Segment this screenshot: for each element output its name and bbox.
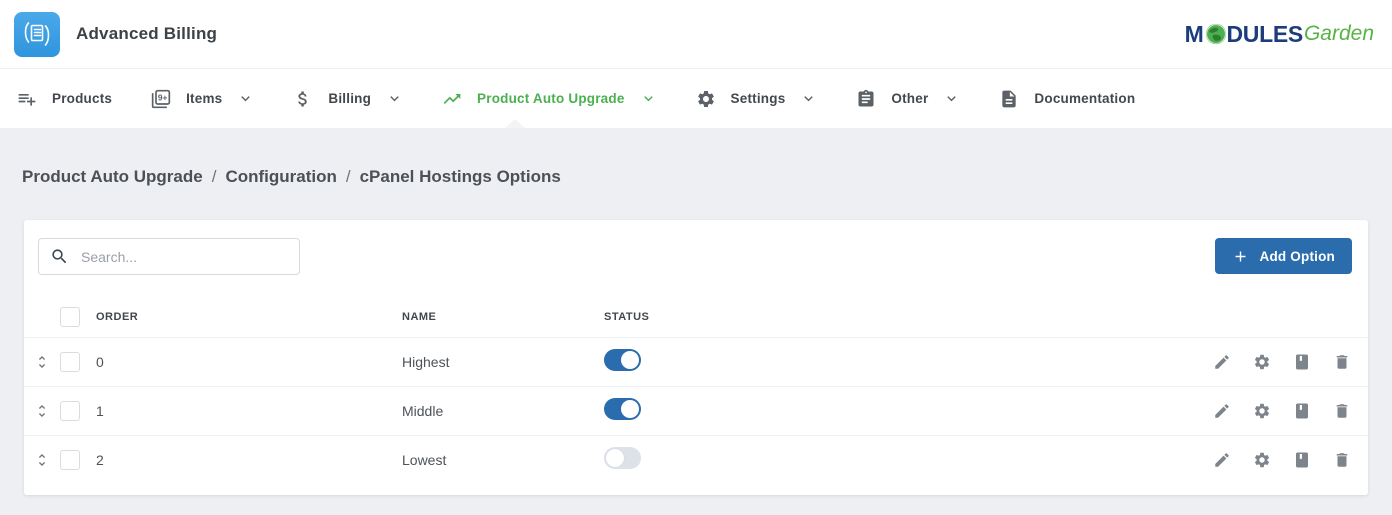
card-toolbar: Add Option [24, 220, 1368, 296]
row-checkbox[interactable] [60, 450, 80, 470]
search-icon [50, 247, 69, 266]
dollar-icon [293, 89, 313, 109]
status-toggle[interactable] [604, 349, 641, 371]
nav-item-label: Settings [731, 91, 786, 106]
delete-action-button[interactable] [1333, 451, 1351, 469]
nav-item-other[interactable]: Other [856, 89, 960, 109]
app-header: Advanced Billing M DULES Garden [0, 0, 1392, 69]
drag-handle-icon[interactable] [34, 403, 50, 419]
row-actions [1213, 402, 1368, 420]
row-actions [1213, 353, 1368, 371]
log-action-button[interactable] [1293, 402, 1311, 420]
options-card: Add Option ORDER NAME STATUS 0Highest1Mi… [24, 220, 1368, 495]
drag-handle-icon[interactable] [34, 354, 50, 370]
breadcrumb-item[interactable]: Configuration [225, 167, 336, 186]
add-option-label: Add Option [1260, 249, 1335, 264]
edit-action-button[interactable] [1213, 353, 1231, 371]
nav-item-products[interactable]: Products [17, 89, 112, 109]
breadcrumb: Product Auto Upgrade / Configuration / cPane… [0, 128, 1392, 187]
add-option-button[interactable]: Add Option [1215, 238, 1352, 274]
name-cell: Lowest [402, 452, 604, 468]
chevron-down-icon [640, 90, 657, 107]
search-box [38, 238, 300, 275]
playlist-add-icon [17, 89, 37, 109]
name-cell: Highest [402, 354, 604, 370]
brand-modules-rest: DULES [1227, 21, 1303, 48]
column-header-order: ORDER [96, 311, 402, 323]
delete-action-button[interactable] [1333, 402, 1351, 420]
row-actions [1213, 451, 1368, 469]
breadcrumb-separator: / [346, 167, 351, 186]
column-header-name: NAME [402, 311, 604, 323]
chevron-down-icon [800, 90, 817, 107]
status-toggle[interactable] [604, 398, 641, 420]
svg-text:9+: 9+ [158, 92, 168, 102]
brand-garden: Garden [1304, 22, 1374, 46]
document-icon [999, 89, 1019, 109]
nav-item-settings[interactable]: Settings [696, 89, 818, 109]
chevron-down-icon [943, 90, 960, 107]
chevron-down-icon [386, 90, 403, 107]
breadcrumb-item: cPanel Hostings Options [360, 167, 561, 186]
table-row: 2Lowest [24, 435, 1368, 484]
column-header-status: STATUS [604, 311, 1351, 323]
delete-action-button[interactable] [1333, 353, 1351, 371]
row-checkbox[interactable] [60, 401, 80, 421]
configure-action-button[interactable] [1253, 353, 1271, 371]
nav-item-label: Items [186, 91, 222, 106]
table-row: 0Highest [24, 337, 1368, 386]
nine-plus-icon: 9+ [151, 89, 171, 109]
gear-icon [696, 89, 716, 109]
name-cell: Middle [402, 403, 604, 419]
configure-action-button[interactable] [1253, 402, 1271, 420]
table-row: 1Middle [24, 386, 1368, 435]
nav-item-items[interactable]: 9+ Items [151, 89, 254, 109]
nav-item-label: Product Auto Upgrade [477, 91, 625, 106]
search-input[interactable] [79, 248, 288, 266]
drag-handle-icon[interactable] [34, 452, 50, 468]
nav-item-label: Billing [328, 91, 371, 106]
modulesgarden-logo: M DULES Garden [1185, 21, 1374, 48]
plus-icon [1232, 248, 1249, 265]
status-toggle[interactable] [604, 447, 641, 469]
navbar: Products 9+ Items Billing Product Auto Upgra… [0, 69, 1392, 128]
select-all-checkbox[interactable] [60, 307, 80, 327]
breadcrumb-item[interactable]: Product Auto Upgrade [22, 167, 203, 186]
globe-icon [1205, 23, 1227, 45]
nav-item-billing[interactable]: Billing [293, 89, 403, 109]
log-action-button[interactable] [1293, 353, 1311, 371]
order-cell: 1 [96, 403, 402, 419]
breadcrumb-separator: / [212, 167, 217, 186]
active-tab-notch [505, 119, 525, 128]
chevron-down-icon [237, 90, 254, 107]
nav-item-label: Products [52, 91, 112, 106]
clipboard-icon [856, 89, 876, 109]
nav-item-label: Documentation [1034, 91, 1135, 106]
table-body: 0Highest1Middle2Lowest [24, 337, 1368, 484]
configure-action-button[interactable] [1253, 451, 1271, 469]
order-cell: 2 [96, 452, 402, 468]
row-checkbox[interactable] [60, 352, 80, 372]
trending-up-icon [442, 89, 462, 109]
content-area: Product Auto Upgrade / Configuration / cPane… [0, 128, 1392, 515]
nav-item-documentation[interactable]: Documentation [999, 89, 1135, 109]
app-logo-icon [14, 12, 60, 57]
nav-item-product-auto-upgrade[interactable]: Product Auto Upgrade [442, 89, 657, 109]
brand-modules-m: M [1185, 21, 1204, 48]
order-cell: 0 [96, 354, 402, 370]
page-title: Advanced Billing [76, 24, 217, 44]
edit-action-button[interactable] [1213, 451, 1231, 469]
edit-action-button[interactable] [1213, 402, 1231, 420]
nav-item-label: Other [891, 91, 928, 106]
table-header: ORDER NAME STATUS [24, 296, 1368, 337]
log-action-button[interactable] [1293, 451, 1311, 469]
